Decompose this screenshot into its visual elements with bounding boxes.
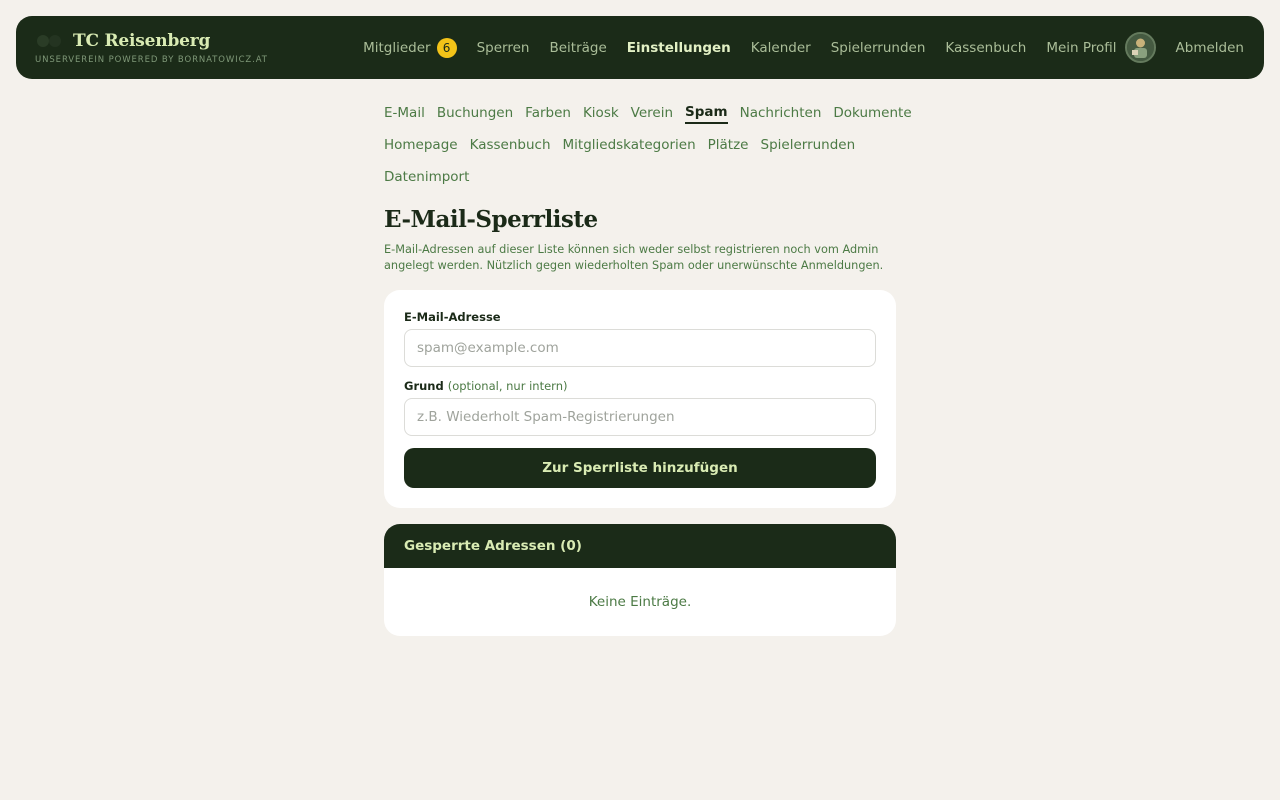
nav-settings[interactable]: Einstellungen [627,40,731,56]
tab-bookings[interactable]: Buchungen [437,105,513,123]
page-description: E-Mail-Adressen auf dieser Liste können … [384,243,884,272]
email-field[interactable] [404,329,876,367]
tab-member-categories[interactable]: Mitgliedskategorien [563,137,696,155]
nav-player-rounds[interactable]: Spielerrunden [831,40,926,56]
tab-courts[interactable]: Plätze [708,137,749,155]
main-nav: Mitglieder 6 Sperren Beiträge Einstellun… [343,16,1244,79]
tab-email[interactable]: E-Mail [384,105,425,123]
subnav-row: Datenimport [384,162,481,194]
tab-documents[interactable]: Dokumente [833,105,911,123]
add-blocklist-form: E-Mail-Adresse Grund (optional, nur inte… [384,290,896,508]
email-label: E-Mail-Adresse [404,310,501,324]
blocked-addresses-header: Gesperrte Adressen (0) [384,524,896,568]
avatar [1124,32,1156,63]
brand[interactable]: TC Reisenberg UNSERVEREIN POWERED BY BOR… [35,30,268,65]
reason-label-text: Grund [404,379,444,393]
nav-members[interactable]: Mitglieder 6 [363,37,457,58]
page-title: E-Mail-Sperrliste [384,206,598,233]
app-title: TC Reisenberg [73,31,211,51]
nav-cashbook[interactable]: Kassenbuch [945,40,1026,56]
tab-club[interactable]: Verein [631,105,673,123]
tab-messages[interactable]: Nachrichten [740,105,822,123]
subnav-row: E-Mail Buchungen Farben Kiosk Verein Spa… [384,98,912,130]
reason-optional-hint: (optional, nur intern) [447,379,568,393]
subnav-row: Homepage Kassenbuch Mitgliedskategorien … [384,130,867,162]
settings-subnav: E-Mail Buchungen Farben Kiosk Verein Spa… [384,98,912,194]
tab-colors[interactable]: Farben [525,105,571,123]
tab-homepage[interactable]: Homepage [384,137,458,155]
members-count-badge: 6 [436,37,457,58]
nav-members-label: Mitglieder [363,39,431,56]
top-navbar: TC Reisenberg UNSERVEREIN POWERED BY BOR… [16,16,1264,79]
tab-kiosk[interactable]: Kiosk [583,105,619,123]
main-content: E-Mail Buchungen Farben Kiosk Verein Spa… [384,98,912,636]
nav-profile-label: Mein Profil [1046,39,1117,56]
reason-label: Grund (optional, nur intern) [404,379,876,393]
nav-fees[interactable]: Beiträge [549,40,606,56]
blocked-addresses-panel: Gesperrte Adressen (0) Keine Einträge. [384,524,896,636]
tab-spam[interactable]: Spam [685,104,728,124]
reason-field[interactable] [404,398,876,436]
empty-state: Keine Einträge. [588,594,692,610]
nav-profile[interactable]: Mein Profil [1046,32,1156,63]
tab-player-rounds[interactable]: Spielerrunden [761,137,856,155]
tab-cashbook[interactable]: Kassenbuch [470,137,551,155]
nav-bans[interactable]: Sperren [477,40,530,56]
club-logo-icon [35,30,65,52]
app-subtitle: UNSERVEREIN POWERED BY BORNATOWICZ.AT [35,55,268,65]
add-to-blocklist-button[interactable]: Zur Sperrliste hinzufügen [404,448,876,488]
tab-data-import[interactable]: Datenimport [384,169,469,187]
nav-logout[interactable]: Abmelden [1176,40,1244,56]
nav-calendar[interactable]: Kalender [751,40,811,56]
